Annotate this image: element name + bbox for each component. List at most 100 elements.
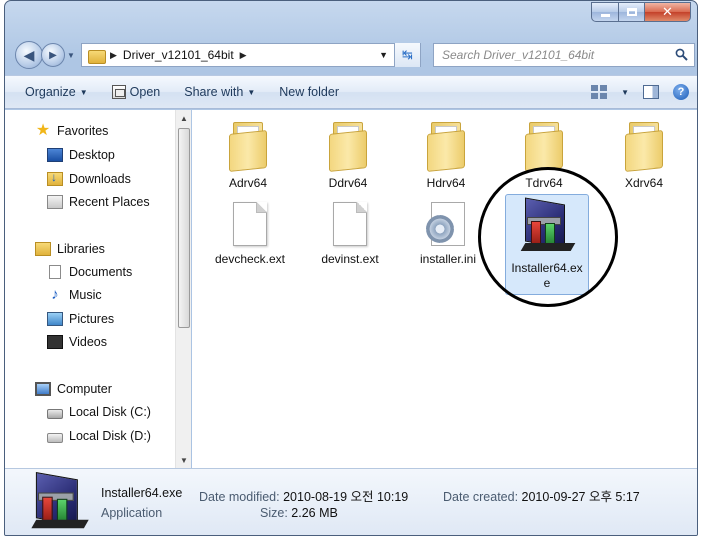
view-controls: ▼ ?	[591, 84, 689, 100]
back-button[interactable]: ◀	[15, 41, 43, 69]
organize-button[interactable]: Organize ▼	[25, 85, 88, 99]
new-folder-button[interactable]: New folder	[279, 85, 339, 99]
star-icon: ★	[35, 122, 51, 139]
command-bar: Organize ▼ Open Share with ▼ New folder …	[5, 75, 697, 109]
scroll-down-icon[interactable]: ▼	[176, 452, 192, 468]
nav-label: Favorites	[57, 124, 109, 138]
nav-label: Desktop	[69, 148, 115, 162]
file-name: installer.ini	[419, 252, 477, 266]
nav-item-videos[interactable]: Videos	[47, 335, 107, 349]
minimize-button[interactable]	[591, 2, 619, 22]
file-item-devinst[interactable]: devinst.ext	[306, 198, 394, 270]
maximize-button[interactable]	[619, 2, 645, 22]
pictures-icon	[47, 312, 63, 326]
navigation-pane: ★ Favorites Desktop Downloads Recent Pla…	[5, 110, 191, 468]
refresh-button[interactable]: ↹	[394, 43, 420, 67]
videos-icon	[47, 335, 63, 349]
file-list: Adrv64 Ddrv64 Hdrv64 Tdrv64 Xdrv64 devch…	[192, 110, 697, 468]
close-button[interactable]: ✕	[645, 2, 691, 22]
new-folder-label: New folder	[279, 85, 339, 99]
breadcrumb-separator-icon[interactable]: ▶	[110, 50, 117, 61]
nav-item-recent-places[interactable]: Recent Places	[47, 195, 150, 209]
folder-icon	[523, 122, 565, 172]
nav-item-downloads[interactable]: Downloads	[47, 170, 131, 186]
details-file-name: Installer64.exe	[101, 486, 183, 500]
nav-item-libraries[interactable]: Libraries	[35, 242, 105, 256]
nav-label: Libraries	[57, 242, 105, 256]
folder-icon	[88, 48, 106, 64]
folder-item-xdrv64[interactable]: Xdrv64	[600, 116, 688, 194]
open-label: Open	[129, 85, 161, 99]
preview-pane-icon[interactable]	[643, 85, 659, 99]
file-name: Tdrv64	[525, 176, 563, 190]
file-name: devinst.ext	[321, 252, 379, 266]
nav-label: Local Disk (C:)	[69, 405, 151, 419]
share-with-label: Share with	[184, 85, 244, 99]
folder-icon	[327, 122, 369, 172]
minimize-icon	[600, 14, 610, 17]
folder-icon	[623, 122, 665, 172]
nav-label: Music	[69, 288, 102, 302]
scrollbar-thumb[interactable]	[178, 128, 190, 328]
window-caption-buttons: ✕	[591, 2, 691, 22]
date-created-value: 2010-09-27 오후 5:17	[521, 490, 640, 504]
scroll-up-icon[interactable]: ▲	[176, 110, 192, 126]
details-file-type: Application	[101, 506, 163, 520]
search-box[interactable]: Search Driver_v12101_64bit	[433, 43, 695, 67]
file-name: Adrv64	[228, 176, 268, 190]
nav-label: Downloads	[69, 172, 131, 186]
installer-application-icon	[31, 471, 89, 533]
nav-item-documents[interactable]: Documents	[47, 265, 132, 279]
nav-item-music[interactable]: ♪ Music	[47, 287, 102, 302]
file-name: Ddrv64	[328, 176, 368, 190]
nav-label: Computer	[57, 382, 112, 396]
libraries-icon	[35, 242, 51, 256]
nav-item-computer[interactable]: Computer	[35, 382, 112, 396]
hard-disk-icon	[47, 432, 63, 443]
recent-pages-dropdown[interactable]: ▼	[67, 51, 75, 60]
desktop-icon	[47, 148, 63, 162]
downloads-icon	[47, 170, 63, 186]
settings-file-icon	[426, 202, 465, 246]
folder-item-adrv64[interactable]: Adrv64	[204, 116, 292, 194]
nav-item-local-disk-c[interactable]: Local Disk (C:)	[47, 405, 151, 419]
breadcrumb-item[interactable]: Driver_v12101_64bit	[123, 48, 234, 62]
help-icon[interactable]: ?	[673, 84, 689, 100]
file-item-devcheck[interactable]: devcheck.ext	[206, 198, 294, 270]
document-icon	[233, 202, 267, 246]
file-name: Installer64.exe	[511, 261, 583, 290]
view-options-chevron-icon[interactable]: ▼	[621, 88, 629, 97]
folder-item-ddrv64[interactable]: Ddrv64	[304, 116, 392, 194]
search-placeholder: Search Driver_v12101_64bit	[442, 48, 595, 62]
nav-item-desktop[interactable]: Desktop	[47, 148, 115, 162]
nav-item-local-disk-d[interactable]: Local Disk (D:)	[47, 429, 151, 443]
breadcrumb-separator-icon[interactable]: ▶	[240, 50, 247, 61]
close-icon: ✕	[662, 4, 673, 19]
recent-places-icon	[47, 195, 63, 209]
back-arrow-icon: ◀	[23, 46, 35, 63]
share-with-button[interactable]: Share with ▼	[184, 85, 255, 99]
address-bar[interactable]: ▶ Driver_v12101_64bit ▶ ▼ ↹	[81, 43, 421, 67]
date-modified-value: 2010-08-19 오전 10:19	[283, 490, 409, 504]
computer-icon	[35, 382, 51, 396]
file-item-installer64-exe[interactable]: Installer64.exe	[505, 194, 589, 295]
change-view-icon[interactable]	[591, 85, 608, 99]
address-dropdown-icon[interactable]: ▼	[379, 50, 388, 60]
folder-item-hdrv64[interactable]: Hdrv64	[402, 116, 490, 194]
nav-label: Local Disk (D:)	[69, 429, 151, 443]
nav-item-pictures[interactable]: Pictures	[47, 312, 114, 326]
search-icon[interactable]	[675, 48, 688, 61]
nav-scrollbar[interactable]: ▲ ▼	[175, 110, 191, 468]
forward-arrow-icon: ▶	[49, 49, 57, 61]
open-button[interactable]: Open	[111, 85, 161, 99]
date-created-label: Date created:	[443, 490, 519, 504]
maximize-icon	[626, 8, 637, 16]
forward-button[interactable]: ▶	[41, 43, 65, 67]
file-item-installer-ini[interactable]: installer.ini	[404, 198, 492, 270]
nav-item-favorites[interactable]: ★ Favorites	[35, 122, 109, 139]
file-name: Hdrv64	[426, 176, 466, 190]
document-icon	[333, 202, 367, 246]
chevron-down-icon: ▼	[247, 87, 256, 97]
nav-label: Pictures	[69, 312, 115, 326]
folder-item-tdrv64[interactable]: Tdrv64	[500, 116, 588, 194]
